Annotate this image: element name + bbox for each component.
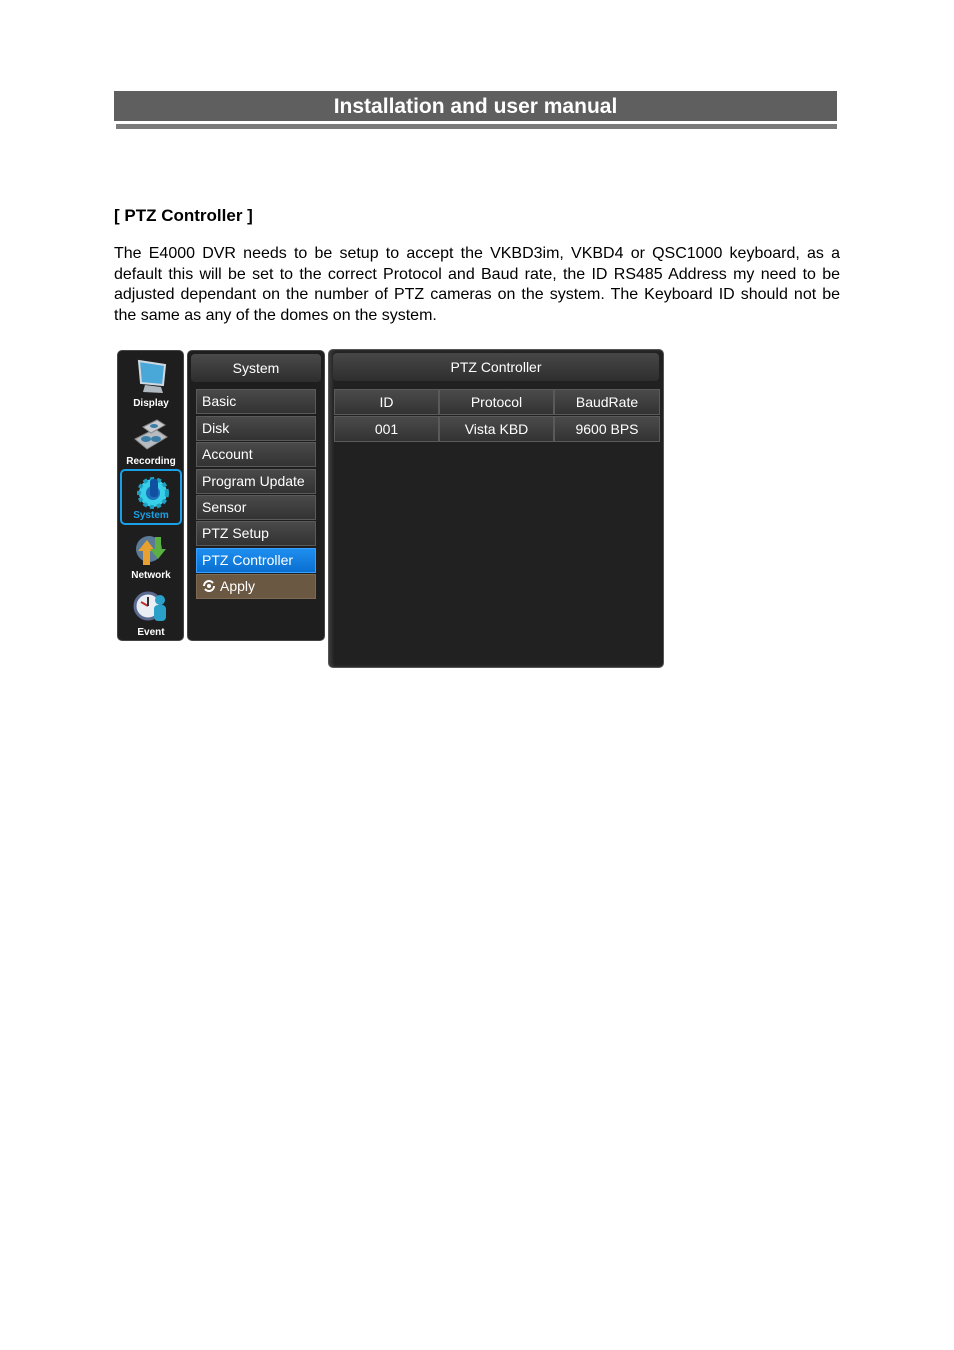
network-arrows-icon [136,536,166,565]
icon-menu-label: Event [137,627,165,638]
apply-refresh-icon [203,580,215,592]
clock-person-icon [133,591,166,621]
ptz-controller-panel: PTZ Controller ID Protocol BaudRate 001 … [328,349,664,668]
cell-baudrate[interactable]: 9600 BPS [554,416,660,442]
cell-id[interactable]: 001 [334,416,439,442]
section-body: The E4000 DVR needs to be setup to accep… [114,245,840,324]
icon-menu-label: Display [133,398,169,409]
gear-icon [137,477,169,509]
icon-menu-label: Recording [126,456,176,467]
menu-item-disk[interactable]: Disk [196,416,316,441]
column-header-protocol: Protocol [439,389,554,415]
table-row[interactable]: 001 Vista KBD 9600 BPS [334,416,660,442]
icon-menu-event[interactable]: Event [120,584,182,640]
icon-menu-label: System [133,510,169,521]
table-header-row: ID Protocol BaudRate [334,389,660,415]
cell-protocol[interactable]: Vista KBD [439,416,554,442]
menu-item-account[interactable]: Account [196,442,316,467]
recording-disks-icon [134,419,168,450]
menu-item-sensor[interactable]: Sensor [196,495,316,520]
icon-menu-display[interactable]: Display [120,355,182,411]
dvr-system-menu: System Basic Disk Account Program Update… [187,350,325,641]
header-rule [116,124,837,129]
icon-menu-network[interactable]: Network [120,527,182,583]
menu-item-basic[interactable]: Basic [196,389,316,414]
section-title: [ PTZ Controller ] [114,206,253,225]
monitor-icon [137,359,167,393]
icon-menu-label: Network [131,570,171,581]
menu-item-program-update[interactable]: Program Update [196,469,316,494]
manual-header: Installation and user manual [114,91,837,121]
menu-title: System [191,354,321,382]
dvr-icon-menu: Display Recording System Network Event [117,350,184,641]
menu-item-ptz-setup[interactable]: PTZ Setup [196,521,316,546]
menu-item-ptz-controller[interactable]: PTZ Controller [196,548,316,573]
column-header-baudrate: BaudRate [554,389,660,415]
apply-button[interactable]: Apply [196,574,316,599]
column-header-id: ID [334,389,439,415]
apply-label: Apply [220,578,256,594]
icon-menu-system[interactable]: System [120,469,182,525]
icon-menu-recording[interactable]: Recording [120,413,182,469]
ptz-controller-table: ID Protocol BaudRate 001 Vista KBD 9600 … [334,389,660,443]
content-title: PTZ Controller [333,353,659,381]
